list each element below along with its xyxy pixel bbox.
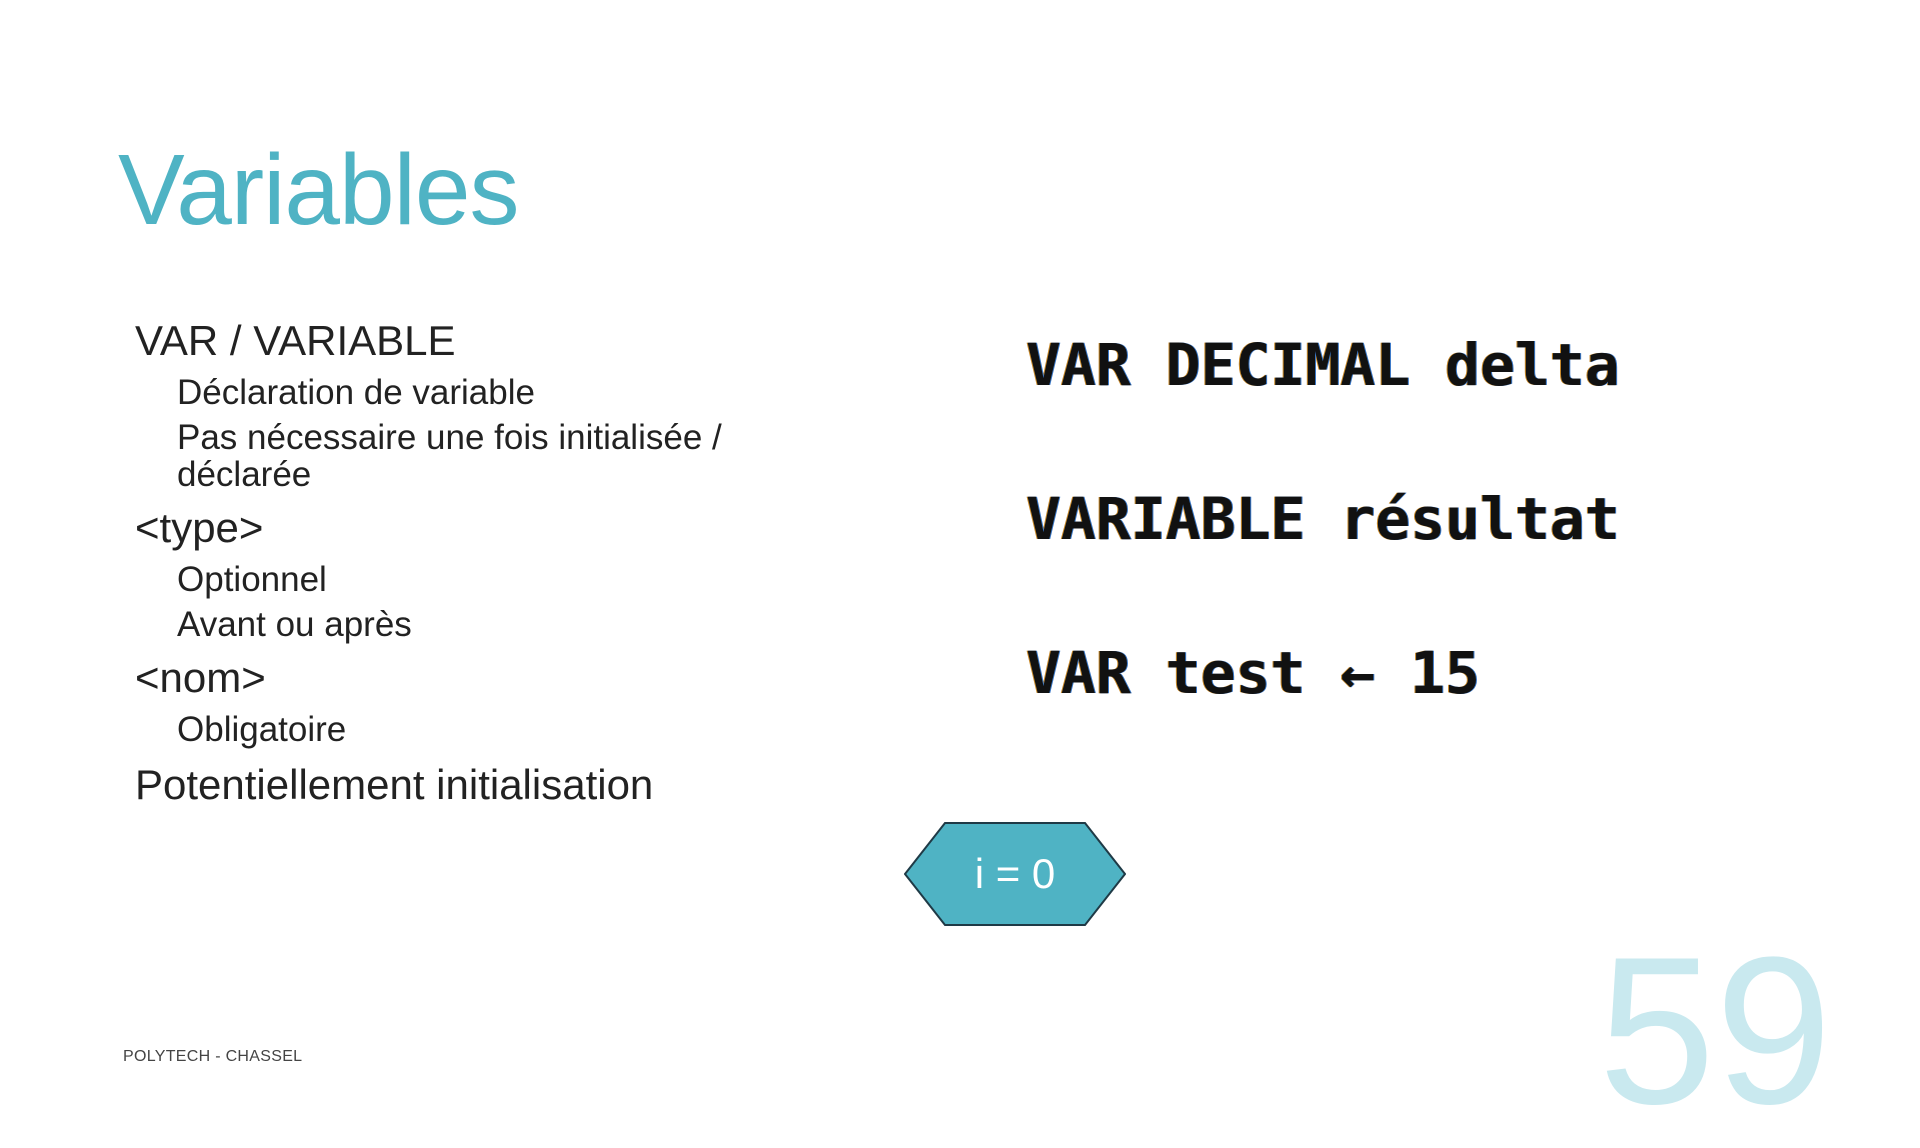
code-line-assignment: VAR test ← 15 bbox=[1026, 639, 1480, 707]
bullet-group-var: VAR / VARIABLE Déclaration de variable P… bbox=[135, 316, 795, 493]
code-line-variable: VARIABLE résultat bbox=[1026, 485, 1620, 553]
bullet-group-init: Potentiellement initialisation bbox=[135, 760, 795, 810]
bullet-initialisation: Potentiellement initialisation bbox=[135, 761, 654, 808]
bullet-var-variable: VAR / VARIABLE bbox=[135, 317, 456, 364]
slide-title: Variables bbox=[118, 134, 519, 246]
sub-bullet-optional: Optionnel bbox=[177, 560, 327, 599]
code-example-image: VAR DECIMAL delta VARIABLE résultat VAR … bbox=[1026, 325, 1620, 787]
bullet-nom: <nom> bbox=[135, 654, 266, 701]
bullet-type: <type> bbox=[135, 504, 264, 551]
code-line-decimal: VAR DECIMAL delta bbox=[1026, 331, 1620, 399]
hexagon-label: i = 0 bbox=[974, 850, 1056, 897]
page-number: 59 bbox=[1598, 913, 1832, 1148]
sub-bullet-declaration: Déclaration de variable bbox=[177, 373, 535, 412]
bullet-list: VAR / VARIABLE Déclaration de variable P… bbox=[135, 316, 795, 820]
sub-bullet-mandatory: Obligatoire bbox=[177, 710, 347, 749]
bullet-group-nom: <nom> Obligatoire bbox=[135, 653, 795, 748]
flowchart-preparation-hexagon: i = 0 bbox=[904, 822, 1126, 926]
footer-text: POLYTECH - CHASSEL bbox=[123, 1048, 303, 1065]
sub-bullet-before-after: Avant ou après bbox=[177, 605, 412, 644]
bullet-group-type: <type> Optionnel Avant ou après bbox=[135, 503, 795, 643]
sub-bullet-not-necessary: Pas nécessaire une fois initialisée / dé… bbox=[177, 418, 722, 494]
